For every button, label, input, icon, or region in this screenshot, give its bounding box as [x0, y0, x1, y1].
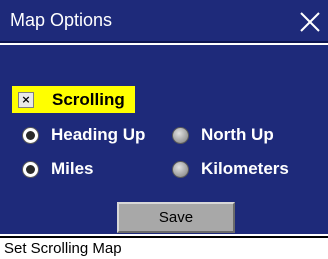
scrolling-label: Scrolling	[52, 89, 125, 109]
title-bar: Map Options	[0, 0, 328, 43]
kilometers-radio[interactable]	[172, 160, 189, 178]
kilometers-label: Kilometers	[201, 159, 289, 178]
close-button[interactable]	[296, 8, 324, 36]
scrolling-option[interactable]: × Scrolling	[12, 86, 135, 113]
radio-selected-dot	[26, 164, 35, 174]
miles-radio[interactable]	[22, 160, 39, 178]
heading-up-label: Heading Up	[51, 125, 146, 144]
kilometers-option[interactable]: Kilometers	[172, 159, 289, 179]
save-button[interactable]: Save	[117, 202, 235, 233]
close-icon	[300, 12, 320, 32]
north-up-option[interactable]: North Up	[172, 125, 274, 145]
heading-up-radio[interactable]	[22, 126, 39, 144]
radio-selected-dot	[26, 130, 35, 140]
window-title: Map Options	[10, 10, 113, 30]
map-options-dialog: Map Options × Scrolling Heading Up North…	[0, 0, 328, 259]
status-bar: Set Scrolling Map	[0, 236, 328, 259]
north-up-radio[interactable]	[172, 126, 189, 144]
checkbox-icon: ×	[21, 93, 31, 106]
miles-option[interactable]: Miles	[22, 159, 94, 179]
heading-up-option[interactable]: Heading Up	[22, 125, 145, 145]
north-up-label: North Up	[201, 125, 274, 144]
miles-label: Miles	[51, 159, 94, 178]
scrolling-checkbox[interactable]: ×	[18, 91, 34, 108]
